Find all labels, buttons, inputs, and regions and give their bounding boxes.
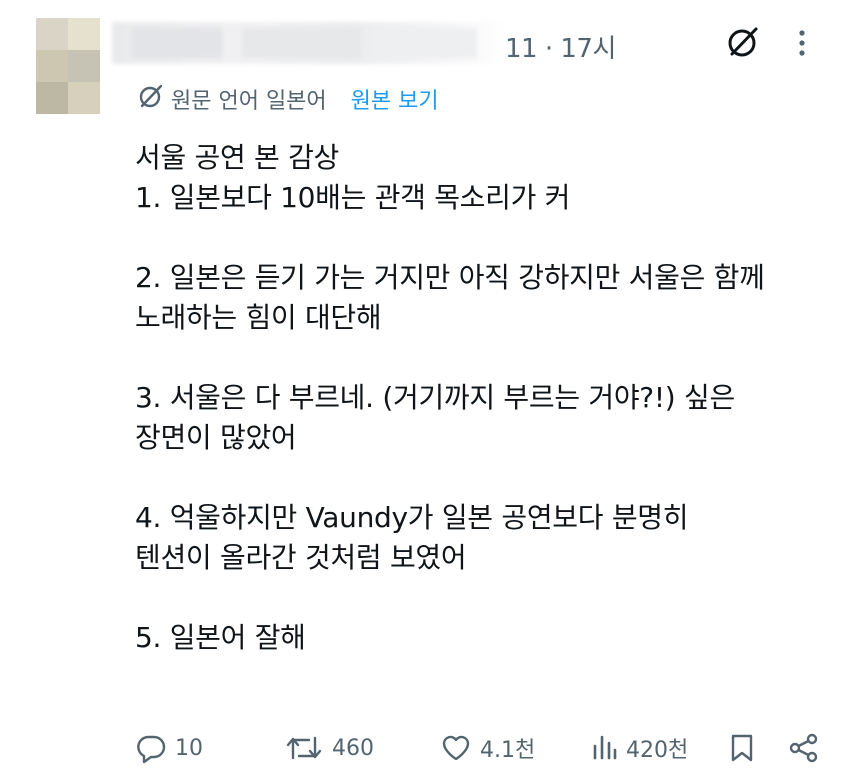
tweet-line: 2. 일본은 듣기 가는 거지만 아직 강하지만 서울은 함께 <box>135 261 765 294</box>
like-icon <box>440 732 472 764</box>
views-button[interactable]: 420천 <box>592 728 688 768</box>
like-count: 4.1천 <box>480 738 536 763</box>
tweet-line: 서울 공연 본 감상 <box>135 141 340 174</box>
tweet-line: 4. 억울하지만 Vaundy가 일본 공연보다 분명히 <box>135 501 689 534</box>
bookmark-button[interactable] <box>728 728 756 768</box>
tweet-timestamp[interactable]: 11 · 17시 <box>505 28 616 65</box>
avatar-tile <box>36 82 68 114</box>
blurred-username[interactable] <box>112 22 507 64</box>
share-button[interactable] <box>788 728 820 768</box>
tweet-line: 5. 일본어 잘해 <box>135 621 306 654</box>
reply-icon <box>135 732 167 764</box>
retweet-button[interactable]: 460 <box>284 728 374 768</box>
tweet-line: 1. 일본보다 10배는 관객 목소리가 커 <box>135 181 571 214</box>
show-original-link[interactable]: 원본 보기 <box>351 83 439 115</box>
reply-count: 10 <box>175 735 203 761</box>
avatar-tile <box>36 50 68 82</box>
tweet-line: 장면이 많았어 <box>135 421 297 454</box>
views-count: 420천 <box>626 738 689 763</box>
tweet-line: 노래하는 힘이 대단해 <box>135 301 382 334</box>
retweet-count: 460 <box>332 735 374 761</box>
tweet-line: 텐션이 올라간 것처럼 보였어 <box>135 541 467 574</box>
bookmark-icon <box>728 732 756 764</box>
translation-source-label: 원문 언어 일본어 <box>171 89 327 114</box>
translate-icon <box>137 82 165 116</box>
more-icon[interactable] <box>791 28 813 58</box>
retweet-icon <box>284 732 324 764</box>
views-icon <box>592 732 618 764</box>
translation-row: 원문 언어 일본어 원본 보기 <box>137 84 439 114</box>
avatar-tile <box>68 18 100 50</box>
avatar[interactable] <box>36 18 100 114</box>
grok-icon[interactable] <box>725 24 761 60</box>
avatar-tile <box>68 82 100 114</box>
reply-button[interactable]: 10 <box>135 728 203 768</box>
share-icon <box>788 732 820 764</box>
tweet-text: 서울 공연 본 감상 1. 일본보다 10배는 관객 목소리가 커 2. 일본은… <box>135 138 835 658</box>
avatar-tile <box>36 18 68 50</box>
like-button[interactable]: 4.1천 <box>440 728 535 768</box>
tweet-line: 3. 서울은 다 부르네. (거기까지 부르는 거야?!) 싶은 <box>135 381 735 414</box>
avatar-tile <box>68 50 100 82</box>
action-bar: 10 460 4.1천 420천 <box>0 728 850 768</box>
